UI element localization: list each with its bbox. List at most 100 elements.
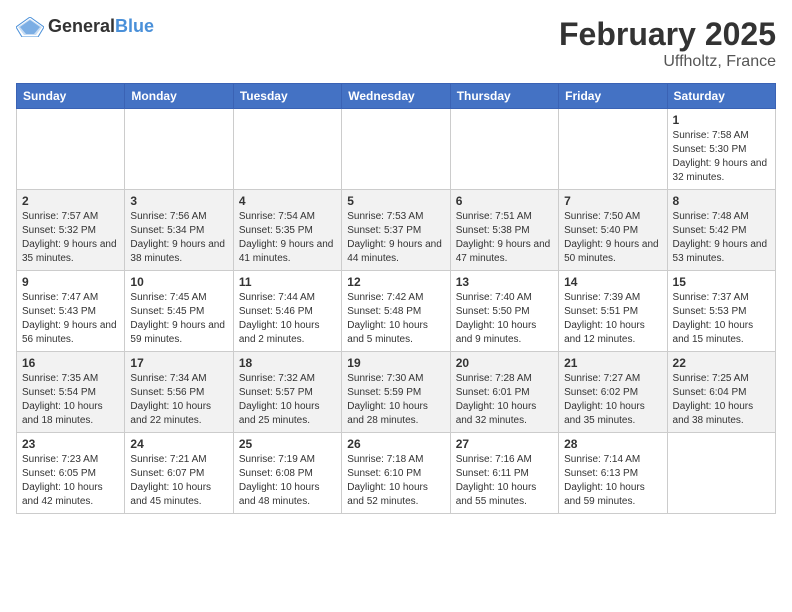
- day-number: 1: [673, 113, 770, 127]
- day-cell: 7 Sunrise: 7:50 AM Sunset: 5:40 PM Daylig…: [559, 190, 667, 271]
- day-cell: 5 Sunrise: 7:53 AM Sunset: 5:37 PM Daylig…: [342, 190, 450, 271]
- day-cell: [667, 433, 775, 514]
- day-cell: 24 Sunrise: 7:21 AM Sunset: 6:07 PM Dayli…: [125, 433, 233, 514]
- day-cell: [450, 109, 558, 190]
- day-info: Sunrise: 7:34 AM Sunset: 5:56 PM Dayligh…: [130, 372, 227, 428]
- day-info: Sunrise: 7:14 AM Sunset: 6:13 PM Dayligh…: [564, 453, 661, 509]
- day-number: 2: [22, 194, 119, 208]
- day-info: Sunrise: 7:50 AM Sunset: 5:40 PM Dayligh…: [564, 210, 661, 266]
- weekday-header-row: SundayMondayTuesdayWednesdayThursdayFrid…: [17, 84, 776, 109]
- day-number: 25: [239, 437, 336, 451]
- day-number: 3: [130, 194, 227, 208]
- weekday-header-tuesday: Tuesday: [233, 84, 341, 109]
- day-info: Sunrise: 7:53 AM Sunset: 5:37 PM Dayligh…: [347, 210, 444, 266]
- weekday-header-monday: Monday: [125, 84, 233, 109]
- day-info: Sunrise: 7:35 AM Sunset: 5:54 PM Dayligh…: [22, 372, 119, 428]
- day-cell: 22 Sunrise: 7:25 AM Sunset: 6:04 PM Dayli…: [667, 352, 775, 433]
- day-info: Sunrise: 7:37 AM Sunset: 5:53 PM Dayligh…: [673, 291, 770, 347]
- day-info: Sunrise: 7:18 AM Sunset: 6:10 PM Dayligh…: [347, 453, 444, 509]
- day-cell: 9 Sunrise: 7:47 AM Sunset: 5:43 PM Daylig…: [17, 271, 125, 352]
- day-number: 14: [564, 275, 661, 289]
- day-cell: 1 Sunrise: 7:58 AM Sunset: 5:30 PM Daylig…: [667, 109, 775, 190]
- day-cell: 13Sunrise: 7:40 AM Sunset: 5:50 PM Dayli…: [450, 271, 558, 352]
- day-cell: [233, 109, 341, 190]
- day-cell: [559, 109, 667, 190]
- day-number: 27: [456, 437, 553, 451]
- day-number: 5: [347, 194, 444, 208]
- day-number: 26: [347, 437, 444, 451]
- day-cell: 28Sunrise: 7:14 AM Sunset: 6:13 PM Dayli…: [559, 433, 667, 514]
- day-number: 21: [564, 356, 661, 370]
- day-info: Sunrise: 7:56 AM Sunset: 5:34 PM Dayligh…: [130, 210, 227, 266]
- day-cell: 21 Sunrise: 7:27 AM Sunset: 6:02 PM Dayli…: [559, 352, 667, 433]
- day-info: Sunrise: 7:44 AM Sunset: 5:46 PM Dayligh…: [239, 291, 336, 347]
- day-number: 12: [347, 275, 444, 289]
- day-number: 10: [130, 275, 227, 289]
- week-row-4: 16 Sunrise: 7:35 AM Sunset: 5:54 PM Dayli…: [17, 352, 776, 433]
- day-number: 7: [564, 194, 661, 208]
- day-cell: 27 Sunrise: 7:16 AM Sunset: 6:11 PM Dayli…: [450, 433, 558, 514]
- day-info: Sunrise: 7:30 AM Sunset: 5:59 PM Dayligh…: [347, 372, 444, 428]
- day-info: Sunrise: 7:42 AM Sunset: 5:48 PM Dayligh…: [347, 291, 444, 347]
- day-number: 22: [673, 356, 770, 370]
- day-info: Sunrise: 7:47 AM Sunset: 5:43 PM Dayligh…: [22, 291, 119, 347]
- day-info: Sunrise: 7:28 AM Sunset: 6:01 PM Dayligh…: [456, 372, 553, 428]
- weekday-header-sunday: Sunday: [17, 84, 125, 109]
- day-cell: [342, 109, 450, 190]
- weekday-header-wednesday: Wednesday: [342, 84, 450, 109]
- day-cell: 3 Sunrise: 7:56 AM Sunset: 5:34 PM Daylig…: [125, 190, 233, 271]
- day-info: Sunrise: 7:23 AM Sunset: 6:05 PM Dayligh…: [22, 453, 119, 509]
- day-number: 24: [130, 437, 227, 451]
- day-number: 4: [239, 194, 336, 208]
- day-info: Sunrise: 7:16 AM Sunset: 6:11 PM Dayligh…: [456, 453, 553, 509]
- title-block: February 2025 Uffholtz, France: [559, 16, 776, 71]
- day-cell: 8Sunrise: 7:48 AM Sunset: 5:42 PM Daylig…: [667, 190, 775, 271]
- logo: GeneralBlue: [16, 16, 154, 37]
- day-cell: 11 Sunrise: 7:44 AM Sunset: 5:46 PM Dayli…: [233, 271, 341, 352]
- day-cell: 6Sunrise: 7:51 AM Sunset: 5:38 PM Daylig…: [450, 190, 558, 271]
- day-cell: 20 Sunrise: 7:28 AM Sunset: 6:01 PM Dayli…: [450, 352, 558, 433]
- day-number: 11: [239, 275, 336, 289]
- day-number: 6: [456, 194, 553, 208]
- day-info: Sunrise: 7:21 AM Sunset: 6:07 PM Dayligh…: [130, 453, 227, 509]
- day-cell: 4 Sunrise: 7:54 AM Sunset: 5:35 PM Daylig…: [233, 190, 341, 271]
- logo-general-text: General: [48, 16, 115, 36]
- day-info: Sunrise: 7:48 AM Sunset: 5:42 PM Dayligh…: [673, 210, 770, 266]
- day-number: 16: [22, 356, 119, 370]
- day-info: Sunrise: 7:25 AM Sunset: 6:04 PM Dayligh…: [673, 372, 770, 428]
- location-subtitle: Uffholtz, France: [559, 53, 776, 71]
- day-info: Sunrise: 7:54 AM Sunset: 5:35 PM Dayligh…: [239, 210, 336, 266]
- day-number: 20: [456, 356, 553, 370]
- day-info: Sunrise: 7:58 AM Sunset: 5:30 PM Dayligh…: [673, 129, 770, 185]
- logo-icon: [16, 17, 44, 37]
- week-row-1: 1 Sunrise: 7:58 AM Sunset: 5:30 PM Daylig…: [17, 109, 776, 190]
- weekday-header-thursday: Thursday: [450, 84, 558, 109]
- day-cell: 16 Sunrise: 7:35 AM Sunset: 5:54 PM Dayli…: [17, 352, 125, 433]
- day-number: 9: [22, 275, 119, 289]
- day-info: Sunrise: 7:27 AM Sunset: 6:02 PM Dayligh…: [564, 372, 661, 428]
- week-row-2: 2Sunrise: 7:57 AM Sunset: 5:32 PM Daylig…: [17, 190, 776, 271]
- day-info: Sunrise: 7:19 AM Sunset: 6:08 PM Dayligh…: [239, 453, 336, 509]
- day-cell: 23Sunrise: 7:23 AM Sunset: 6:05 PM Dayli…: [17, 433, 125, 514]
- day-info: Sunrise: 7:45 AM Sunset: 5:45 PM Dayligh…: [130, 291, 227, 347]
- day-info: Sunrise: 7:32 AM Sunset: 5:57 PM Dayligh…: [239, 372, 336, 428]
- day-cell: 17 Sunrise: 7:34 AM Sunset: 5:56 PM Dayli…: [125, 352, 233, 433]
- day-cell: [125, 109, 233, 190]
- day-cell: 15Sunrise: 7:37 AM Sunset: 5:53 PM Dayli…: [667, 271, 775, 352]
- day-number: 17: [130, 356, 227, 370]
- day-cell: [17, 109, 125, 190]
- day-info: Sunrise: 7:39 AM Sunset: 5:51 PM Dayligh…: [564, 291, 661, 347]
- month-year-title: February 2025: [559, 16, 776, 53]
- week-row-3: 9 Sunrise: 7:47 AM Sunset: 5:43 PM Daylig…: [17, 271, 776, 352]
- weekday-header-friday: Friday: [559, 84, 667, 109]
- day-cell: 18 Sunrise: 7:32 AM Sunset: 5:57 PM Dayli…: [233, 352, 341, 433]
- day-cell: 10 Sunrise: 7:45 AM Sunset: 5:45 PM Dayli…: [125, 271, 233, 352]
- day-info: Sunrise: 7:40 AM Sunset: 5:50 PM Dayligh…: [456, 291, 553, 347]
- weekday-header-saturday: Saturday: [667, 84, 775, 109]
- day-number: 18: [239, 356, 336, 370]
- day-cell: 12 Sunrise: 7:42 AM Sunset: 5:48 PM Dayli…: [342, 271, 450, 352]
- day-cell: 25 Sunrise: 7:19 AM Sunset: 6:08 PM Dayli…: [233, 433, 341, 514]
- week-row-5: 23Sunrise: 7:23 AM Sunset: 6:05 PM Dayli…: [17, 433, 776, 514]
- day-cell: 19Sunrise: 7:30 AM Sunset: 5:59 PM Dayli…: [342, 352, 450, 433]
- page-header: GeneralBlue February 2025 Uffholtz, Fran…: [16, 16, 776, 71]
